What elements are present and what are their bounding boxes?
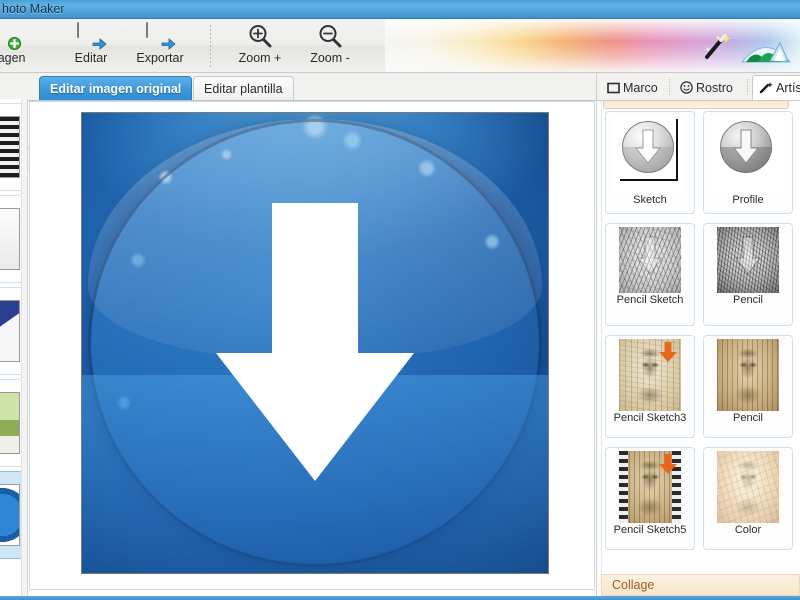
toolbar-add-image-label: imagen [0, 51, 26, 65]
tab-editar-imagen-original-label: Editar imagen original [50, 81, 182, 96]
thumbnail-image [0, 116, 20, 178]
thumbnail-image [0, 300, 20, 362]
toolbar-zoom-out-button[interactable]: Zoom - [295, 21, 365, 71]
effect-thumbnail [717, 339, 779, 411]
effect-cell-pencil-sketch3[interactable]: Pencil Sketch3 [605, 335, 695, 438]
effect-thumbnail [712, 115, 784, 193]
toolbar-separator [210, 25, 211, 67]
effect-cell-profile[interactable]: Profile [703, 111, 793, 214]
magic-wand-icon [759, 82, 773, 94]
add-image-icon [0, 23, 21, 50]
effect-thumbnail [619, 451, 681, 523]
effects-tab-separator [669, 79, 670, 95]
document-tabstrip: de... Editar imagen original Editar plan… [0, 73, 596, 171]
effect-thumbnail [619, 227, 681, 293]
canvas-image[interactable] [81, 112, 549, 574]
toolbar-add-image-button[interactable]: imagen [0, 21, 40, 71]
main-toolbar: imagen Editar Exportar Zoom + [0, 19, 800, 73]
effect-thumbnail [614, 115, 686, 193]
effect-label: Pencil [733, 412, 763, 424]
effects-panel-scroll-indicator[interactable] [603, 101, 789, 109]
toolbar-edit-button[interactable]: Editar [56, 21, 126, 71]
zoom-out-icon [316, 23, 344, 49]
effect-label: Pencil Sketch3 [613, 412, 687, 424]
effect-cell-pencil-sketch5[interactable]: Pencil Sketch5 [605, 447, 695, 550]
download-badge-icon [659, 342, 677, 362]
toolbar-rainbow-banner [385, 19, 800, 72]
toolbar-edit-label: Editar [74, 51, 108, 65]
effect-thumbnail [717, 227, 779, 293]
tab-artistico-label: Artís [776, 80, 800, 95]
tab-marco[interactable]: Marco [601, 75, 664, 100]
effect-label: Pencil [733, 294, 763, 306]
effects-panel: Marco Rostro Artís Sketch Profile Pencil… [596, 73, 800, 600]
effect-label: Pencil Sketch [616, 294, 684, 306]
effect-thumbnail [717, 451, 779, 523]
window-titlebar: hoto Maker [0, 0, 800, 19]
effect-cell-sketch[interactable]: Sketch [605, 111, 695, 214]
effects-panel-tabstrip: Marco Rostro Artís [597, 73, 800, 101]
window-title: hoto Maker [2, 2, 65, 16]
left-sidebar-scrollbar[interactable] [21, 99, 27, 600]
tab-artistico[interactable]: Artís [752, 75, 800, 100]
magic-wand-icon[interactable] [702, 31, 732, 61]
smiley-face-icon [680, 81, 693, 94]
effect-cell-color[interactable]: Color [703, 447, 793, 550]
effect-label: Profile [732, 194, 764, 206]
effect-label: Pencil Sketch5 [613, 524, 687, 536]
effect-thumbnail [619, 339, 681, 411]
landscape-photo-icon[interactable] [740, 35, 792, 65]
toolbar-export-button[interactable]: Exportar [125, 21, 195, 71]
left-sidebar [0, 99, 28, 600]
thumbnail-image [0, 392, 20, 454]
download-arrow-icon [216, 203, 414, 481]
toolbar-zoom-in-button[interactable]: Zoom + [225, 21, 295, 71]
effect-cell-pencil-sketch[interactable]: Pencil Sketch [605, 223, 695, 326]
frame-icon [607, 82, 620, 93]
effect-cell-pencil[interactable]: Pencil [703, 223, 793, 326]
effect-cell-pencil-alt[interactable]: Pencil [703, 335, 793, 438]
collage-section-header[interactable]: Collage [601, 574, 800, 596]
effects-grid: Sketch Profile Pencil Sketch Pencil Penc… [602, 111, 800, 581]
thumbnail-image [0, 208, 20, 270]
bottom-strip [0, 596, 800, 600]
toolbar-export-label: Exportar [136, 51, 184, 65]
export-image-icon [146, 22, 176, 50]
effect-label: Sketch [633, 194, 667, 206]
edit-image-icon [77, 22, 107, 50]
collage-label: Collage [612, 578, 655, 592]
thumbnail-image [0, 484, 20, 546]
canvas-area[interactable] [29, 101, 595, 590]
download-badge-icon [659, 454, 677, 474]
effect-label: Color [734, 524, 762, 536]
tab-marco-label: Marco [623, 80, 658, 95]
tab-rostro[interactable]: Rostro [674, 75, 739, 100]
zoom-in-icon [246, 23, 274, 49]
tab-rostro-label: Rostro [696, 80, 733, 95]
tab-editar-plantilla-label: Editar plantilla [204, 81, 283, 96]
effects-tab-separator [747, 79, 748, 95]
tab-editar-plantilla[interactable]: Editar plantilla [193, 76, 294, 100]
toolbar-zoom-out-label: Zoom - [310, 51, 350, 65]
toolbar-zoom-in-label: Zoom + [238, 51, 282, 65]
tab-editar-imagen-original[interactable]: Editar imagen original [39, 76, 193, 100]
